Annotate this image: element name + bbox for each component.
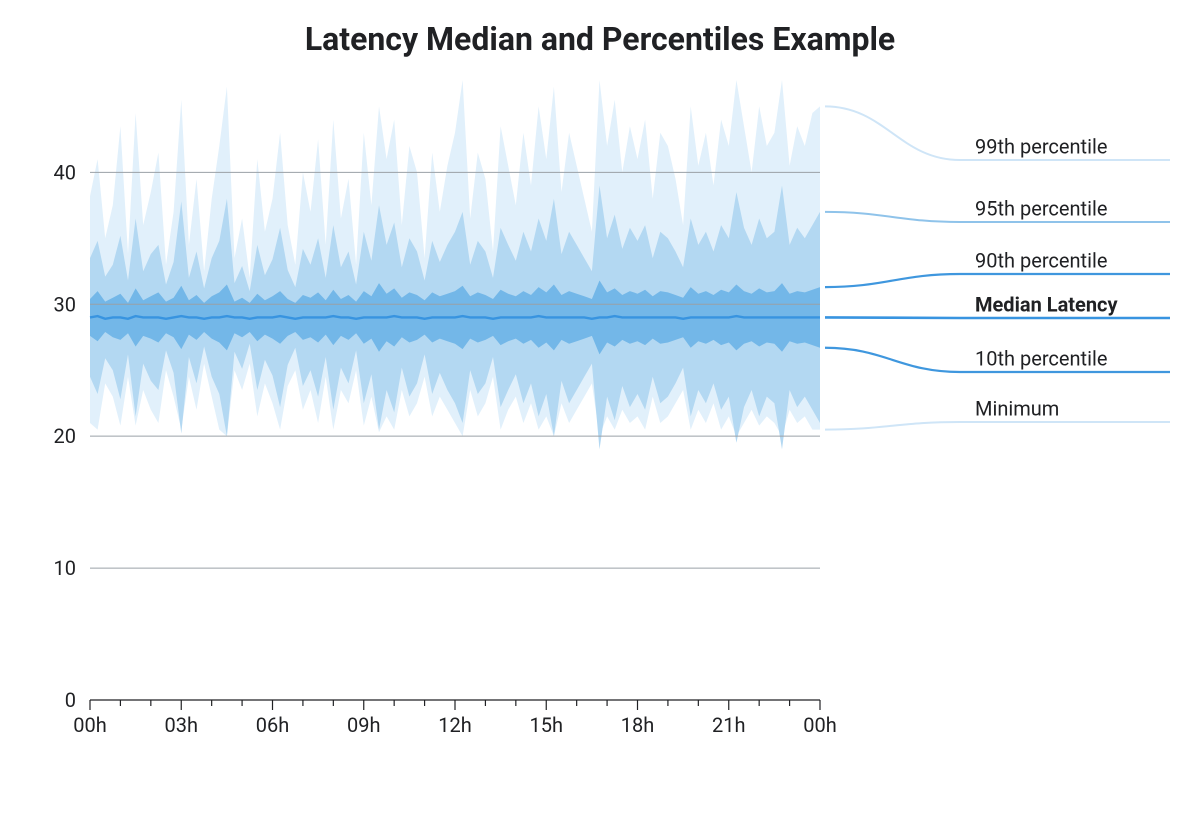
- y-tick-label: 40: [54, 160, 76, 184]
- x-tick-label: 21h: [712, 713, 746, 737]
- legend-label-median: Median Latency: [975, 292, 1118, 316]
- legend-label-p95: 95th percentile: [975, 196, 1107, 220]
- legend-label-p10: 10th percentile: [975, 346, 1107, 370]
- y-tick-label: 30: [54, 292, 76, 316]
- latency-percentiles-chart: 0 10 20 30 40 00h 03h 06h 09h 12h 15h 18h 21h 00h 99th…: [0, 0, 1200, 814]
- x-tick-label: 12h: [438, 713, 472, 737]
- x-tick-label: 09h: [347, 713, 381, 737]
- y-tick-label: 0: [65, 688, 76, 712]
- x-tick-label: 03h: [165, 713, 199, 737]
- legend-leader-median: [825, 317, 1170, 318]
- y-tick-label: 20: [54, 424, 76, 448]
- chart-container: Latency Median and Percentiles Example 0…: [0, 0, 1200, 814]
- x-tick-label: 18h: [621, 713, 655, 737]
- x-tick-label: 00h: [803, 713, 837, 737]
- legend-label-min: Minimum: [975, 396, 1059, 420]
- legend-label-p99: 99th percentile: [975, 134, 1107, 158]
- legend-leader-p90: [825, 274, 1170, 287]
- x-tick-label: 06h: [256, 713, 290, 737]
- y-tick-label: 10: [54, 556, 76, 580]
- legend-leader-min: [825, 422, 1170, 430]
- x-tick-label: 15h: [530, 713, 564, 737]
- legend-label-p90: 90th percentile: [975, 248, 1107, 272]
- x-tick-label: 00h: [73, 713, 107, 737]
